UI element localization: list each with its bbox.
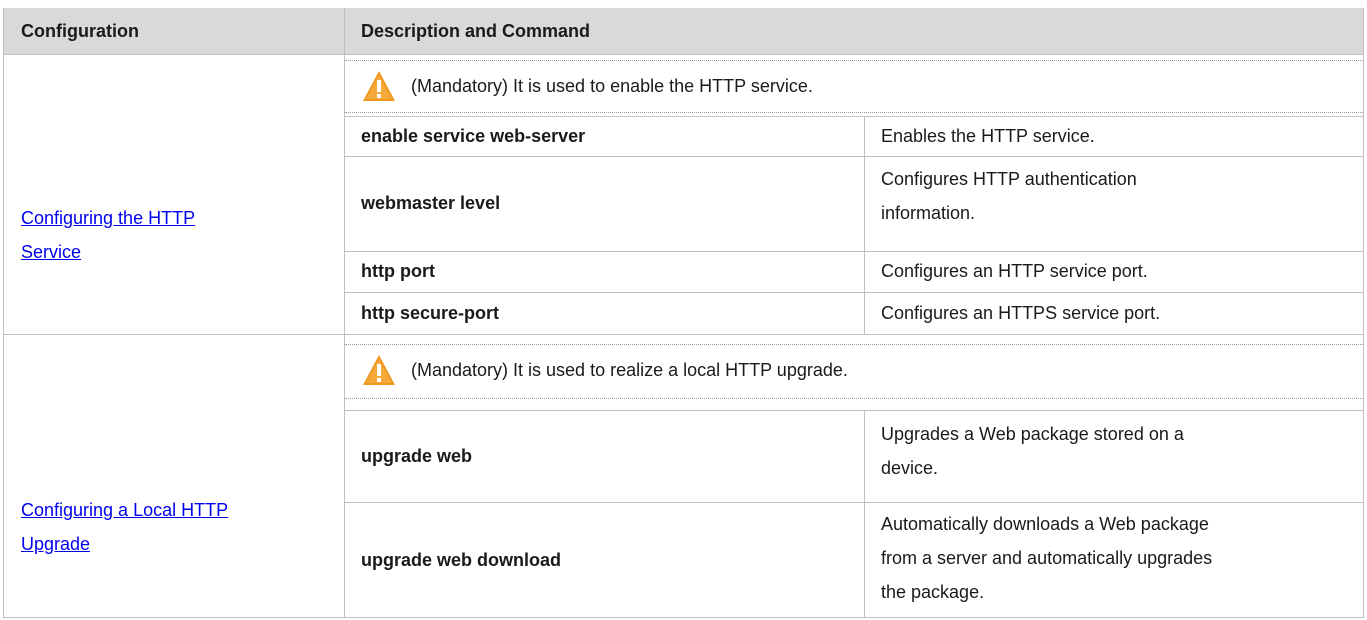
description-line: information. xyxy=(881,203,976,223)
row-divider xyxy=(345,251,1363,252)
inner-divider xyxy=(864,410,865,618)
warning-icon xyxy=(363,71,395,101)
description-line: Upgrades a Web package stored on a xyxy=(881,424,1184,444)
description: Enables the HTTP service. xyxy=(881,126,1095,146)
note-text: (Mandatory) It is used to enable the HTT… xyxy=(411,76,813,96)
note-bottom-dots xyxy=(345,398,1363,399)
description: Configures an HTTP service port. xyxy=(881,261,1148,281)
description: Configures HTTP authentication informati… xyxy=(881,162,1137,230)
description-line: from a server and automatically upgrades xyxy=(881,548,1213,568)
description: Upgrades a Web package stored on a devic… xyxy=(881,417,1184,485)
link-line-1[interactable]: Configuring a Local HTTP xyxy=(21,500,228,520)
command: webmaster level xyxy=(361,193,501,213)
command: http secure-port xyxy=(361,303,500,323)
link-line-1[interactable]: Configuring the HTTP xyxy=(21,208,195,228)
description-line: the package. xyxy=(881,582,985,602)
inner-divider xyxy=(864,116,865,334)
link-line-2[interactable]: Upgrade xyxy=(21,534,90,554)
mandatory-note: (Mandatory) It is used to enable the HTT… xyxy=(361,60,813,112)
description-line: device. xyxy=(881,458,939,478)
header-divider xyxy=(344,8,345,55)
link-line-2[interactable]: Service xyxy=(21,242,81,262)
note-bottom-dots xyxy=(345,112,1363,113)
column-divider xyxy=(344,55,345,618)
row-divider xyxy=(345,410,1363,411)
group-divider xyxy=(4,334,1363,335)
table-header: Configuration Description and Command xyxy=(4,8,1363,55)
command: upgrade web download xyxy=(361,550,562,570)
configuration-table: Configuration Description and Command Co… xyxy=(3,8,1364,618)
description-line: Automatically downloads a Web package xyxy=(881,514,1209,534)
config-link-http-service[interactable]: Configuring the HTTP Service xyxy=(21,201,331,269)
mandatory-note: (Mandatory) It is used to realize a loca… xyxy=(361,344,848,396)
config-link-local-upgrade[interactable]: Configuring a Local HTTP Upgrade xyxy=(21,493,331,561)
note-text: (Mandatory) It is used to realize a loca… xyxy=(411,360,848,380)
header-configuration: Configuration xyxy=(21,21,139,41)
header-description: Description and Command xyxy=(361,21,591,41)
description-line: Configures HTTP authentication xyxy=(881,169,1137,189)
description: Automatically downloads a Web package fr… xyxy=(881,507,1212,609)
command: http port xyxy=(361,261,435,281)
command: enable service web-server xyxy=(361,126,586,146)
description: Configures an HTTPS service port. xyxy=(881,303,1161,323)
warning-icon xyxy=(363,355,395,385)
command: upgrade web xyxy=(361,446,473,466)
